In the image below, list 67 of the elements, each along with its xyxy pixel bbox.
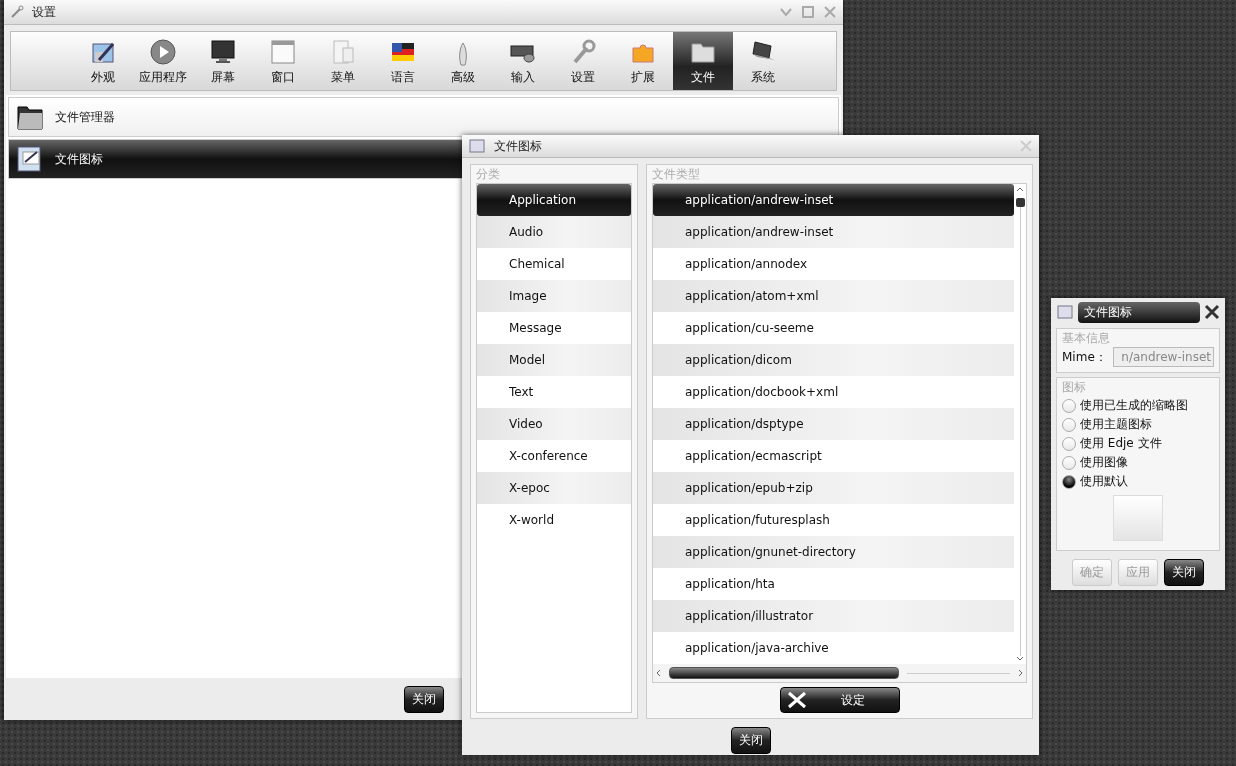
list-item[interactable]: application/dsptype: [653, 408, 1014, 440]
list-item[interactable]: application/dicom: [653, 344, 1014, 376]
list-item[interactable]: application/gnunet-directory: [653, 536, 1014, 568]
list-item[interactable]: X-epoc: [477, 472, 631, 504]
window-icon: [269, 38, 297, 66]
rocket-icon: [458, 42, 468, 66]
list-item[interactable]: application/illustrator: [653, 600, 1014, 632]
scrollbar-thumb[interactable]: [1015, 198, 1025, 207]
radio-option[interactable]: 使用图像: [1062, 453, 1214, 472]
group-title: 基本信息: [1062, 330, 1111, 347]
close-icon: [1204, 304, 1220, 320]
list-item[interactable]: Model: [477, 344, 631, 376]
document-icon: [468, 138, 486, 154]
set-button[interactable]: 设定: [779, 687, 900, 713]
close-icon: [823, 5, 837, 19]
scroll-down-icon[interactable]: [1016, 656, 1024, 661]
document-icon: [1056, 304, 1074, 320]
list-item[interactable]: application/andrew-inset: [653, 184, 1014, 216]
list-item[interactable]: application/epub+zip: [653, 472, 1014, 504]
list-item[interactable]: Application: [477, 184, 631, 216]
radio-option[interactable]: 使用主题图标: [1062, 415, 1214, 434]
maximize-icon: [801, 5, 815, 19]
radio-button[interactable]: [1062, 398, 1076, 413]
scroll-left-icon[interactable]: [656, 669, 661, 677]
icon-preview: [1113, 495, 1163, 541]
toolbar-item[interactable]: 输入: [493, 32, 553, 90]
toolbar-item[interactable]: 文件: [673, 32, 733, 90]
list-item[interactable]: Image: [477, 280, 631, 312]
play-icon: [149, 38, 177, 66]
radio-button[interactable]: [1062, 436, 1076, 451]
toolbar-item[interactable]: 菜单: [313, 32, 373, 90]
mime-label: Mime：: [1062, 348, 1107, 366]
monitor-icon: [209, 38, 237, 66]
window-title: 文件图标: [494, 137, 543, 155]
dialog-button[interactable]: 关闭: [1164, 559, 1204, 586]
window-title: 设置: [32, 3, 57, 21]
toolbar-item[interactable]: 屏幕: [193, 32, 253, 90]
close-button[interactable]: 关闭: [730, 726, 771, 754]
horizontal-scrollbar[interactable]: [653, 664, 1026, 682]
scroll-right-icon[interactable]: [1018, 669, 1023, 677]
radio-button[interactable]: [1062, 455, 1076, 470]
category-item[interactable]: 文件管理器: [8, 97, 839, 137]
close-icon: [1019, 139, 1033, 153]
list-item[interactable]: Video: [477, 408, 631, 440]
toolbar-item[interactable]: 外观: [73, 32, 133, 90]
window-title: 文件图标: [1078, 301, 1200, 323]
scroll-up-icon[interactable]: [1016, 187, 1024, 192]
list-item[interactable]: application/atom+xml: [653, 280, 1014, 312]
toolbar-item[interactable]: 语言: [373, 32, 433, 90]
scrollbar-thumb[interactable]: [669, 667, 899, 679]
radio-option[interactable]: 使用已生成的缩略图: [1062, 396, 1214, 415]
toolbar-item[interactable]: 扩展: [613, 32, 673, 90]
wrench-icon: [10, 5, 24, 19]
tools-icon: [786, 691, 807, 709]
radio-button[interactable]: [1062, 474, 1076, 489]
close-button[interactable]: 关闭: [403, 685, 444, 713]
radio-button[interactable]: [1062, 417, 1076, 432]
toolbar-item[interactable]: 系统: [733, 32, 793, 90]
toolbar-item[interactable]: 应用程序: [133, 32, 193, 90]
toolbar-item[interactable]: 高级: [433, 32, 493, 90]
radio-option[interactable]: 使用默认: [1062, 472, 1214, 491]
radio-option[interactable]: 使用 Edje 文件: [1062, 434, 1214, 453]
toolbar-item[interactable]: 设置: [553, 32, 613, 90]
toolbar-item[interactable]: 窗口: [253, 32, 313, 90]
list-item[interactable]: application/andrew-inset: [653, 216, 1014, 248]
group-title: 图标: [1062, 379, 1087, 396]
list-item[interactable]: Audio: [477, 216, 631, 248]
